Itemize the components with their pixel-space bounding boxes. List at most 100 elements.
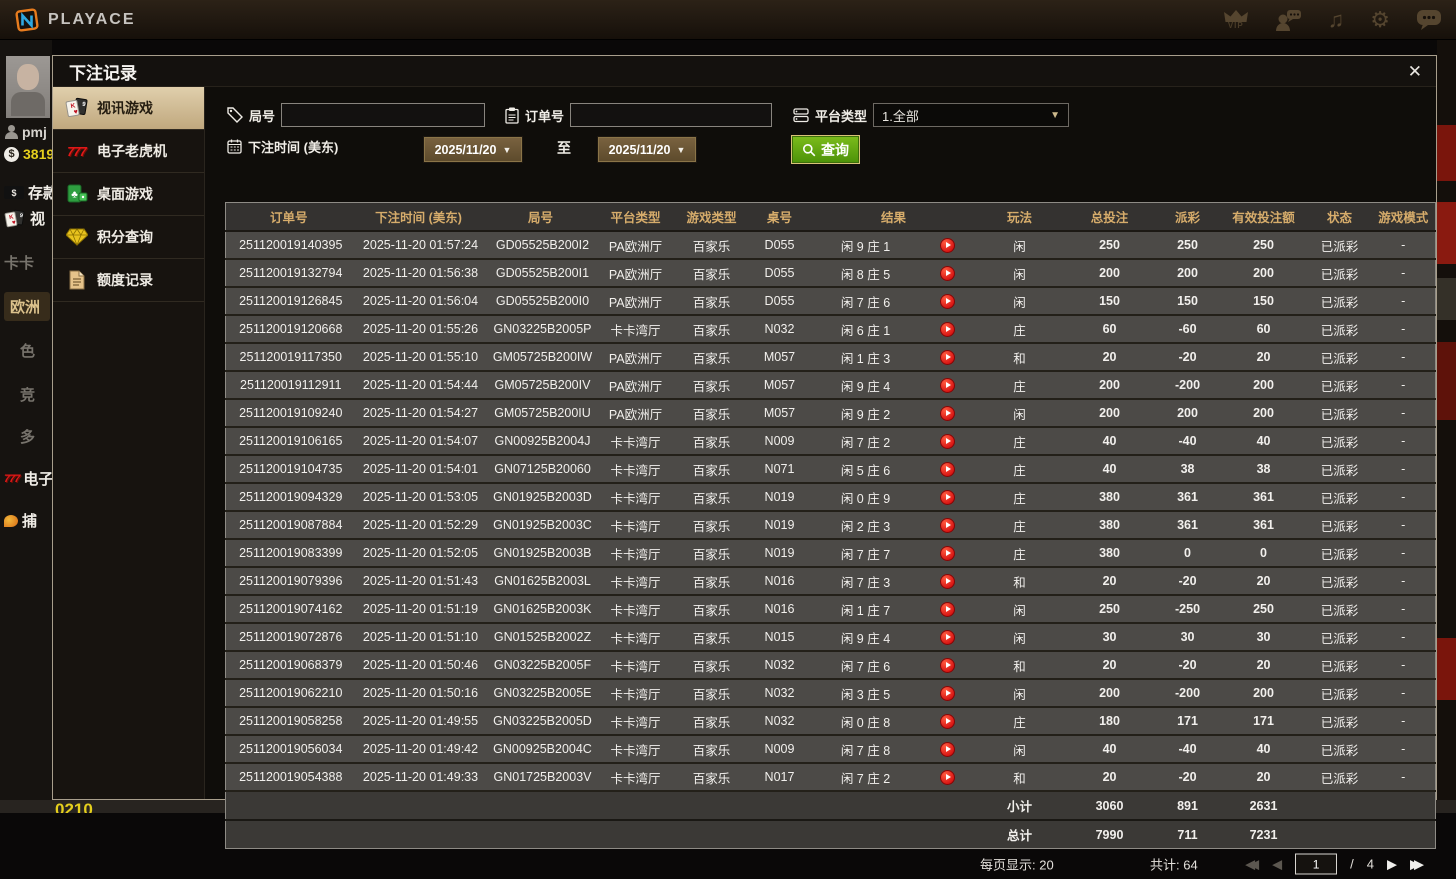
- sidebar-item-quota-records[interactable]: 额度记录: [53, 259, 204, 302]
- page-number-input[interactable]: [1295, 853, 1338, 875]
- subtotal-row: 小计 3060 891 2631: [225, 791, 1436, 820]
- platform-type: 卡卡湾厅: [610, 435, 661, 450]
- order-no-input[interactable]: [570, 103, 773, 127]
- replay-play-button[interactable]: [940, 237, 955, 253]
- sidebar-item-slots[interactable]: 777 电子老虎机: [53, 130, 204, 173]
- next-page-button[interactable]: ▶: [1387, 856, 1397, 872]
- valid-bet: 250: [1253, 238, 1274, 252]
- lobby-nav-video[interactable]: 9 K ♥ 视: [4, 208, 45, 229]
- replay-play-button[interactable]: [940, 713, 955, 729]
- sidebar-item-video-games[interactable]: 9 K ♥ 视讯游戏: [53, 87, 204, 130]
- replay-play-button[interactable]: [940, 601, 955, 617]
- order-no: 251120019054388: [239, 770, 343, 784]
- search-button[interactable]: 查询: [791, 135, 860, 164]
- replay-play-button[interactable]: [940, 741, 955, 757]
- lobby-nav-europe[interactable]: 欧洲: [4, 292, 51, 321]
- table-row: 251120019109240 2025-11-20 01:54:27 GM0572…: [225, 399, 1436, 427]
- sidebar-item-table-games[interactable]: ♣ 桌面游戏: [53, 173, 204, 216]
- order-no: 251120019072876: [239, 630, 343, 644]
- lobby-nav-fishing[interactable]: 捕: [4, 510, 37, 531]
- replay-play-button[interactable]: [940, 293, 955, 309]
- prev-page-button[interactable]: ◀: [1272, 856, 1282, 872]
- brand: PLAYACE: [14, 7, 136, 33]
- play-icon: [945, 606, 951, 613]
- date-to-select[interactable]: 2025/11/20 ▼: [597, 136, 697, 163]
- order-no: 251120019056034: [239, 742, 343, 756]
- replay-play-button[interactable]: [940, 433, 955, 449]
- bet-time: 2025-11-20 01:55:26: [362, 322, 479, 336]
- valid-bet: 20: [1256, 350, 1271, 364]
- date-from-select[interactable]: 2025/11/20 ▼: [423, 136, 523, 163]
- lobby-nav-se[interactable]: 色: [20, 340, 35, 361]
- replay-play-button[interactable]: [940, 321, 955, 337]
- replay-play-button[interactable]: [940, 489, 955, 505]
- first-page-button[interactable]: ◀◀: [1245, 856, 1259, 872]
- total-bet: 380: [1099, 546, 1120, 560]
- replay-play-button[interactable]: [940, 629, 955, 645]
- lobby-nav-jing[interactable]: 竞: [20, 384, 35, 405]
- lobby-nav-kaka[interactable]: 卡卡: [4, 252, 34, 273]
- points-gem-icon: [63, 228, 90, 246]
- payout: -40: [1178, 434, 1197, 448]
- status: 已派彩: [1320, 379, 1359, 394]
- sidebar-item-label: 视讯游戏: [97, 100, 153, 116]
- order-no: 251120019087884: [239, 518, 343, 532]
- play-icon: [945, 326, 951, 333]
- payout: -20: [1178, 770, 1197, 784]
- replay-play-button[interactable]: [940, 657, 955, 673]
- play-icon: [945, 550, 951, 557]
- play-icon: [945, 410, 951, 417]
- close-icon[interactable]: ✕: [1408, 63, 1422, 80]
- user-avatar[interactable]: [6, 56, 50, 118]
- status: 已派彩: [1320, 519, 1359, 534]
- support-chat-icon[interactable]: [1275, 8, 1302, 32]
- user-icon: [4, 125, 18, 139]
- settings-gear-icon[interactable]: ⚙: [1370, 8, 1390, 31]
- lobby-nav-duo[interactable]: 多: [20, 426, 35, 447]
- lobby-nav-slots[interactable]: 777 电子: [4, 468, 52, 489]
- valid-bet: 171: [1253, 714, 1274, 728]
- platform-type: 卡卡湾厅: [610, 771, 661, 786]
- music-icon[interactable]: ♫: [1328, 8, 1345, 31]
- replay-play-button[interactable]: [940, 265, 955, 281]
- bet-time: 2025-11-20 01:52:29: [362, 518, 479, 532]
- last-page-button[interactable]: ▶▶: [1410, 856, 1424, 872]
- bet-option: 庄: [1013, 379, 1026, 394]
- replay-cell: [920, 679, 976, 707]
- table-row: 251120019058258 2025-11-20 01:49:55 GN0322…: [225, 707, 1436, 735]
- messages-icon[interactable]: [1416, 9, 1442, 31]
- platform-type-select[interactable]: 1.全部 ▼: [873, 103, 1070, 127]
- replay-play-button[interactable]: [940, 769, 955, 785]
- replay-cell: [920, 595, 976, 623]
- bet-time: 2025-11-20 01:55:10: [362, 350, 479, 364]
- order-no: 251120019117350: [239, 350, 342, 364]
- replay-play-button[interactable]: [940, 517, 955, 533]
- status: 已派彩: [1320, 407, 1359, 422]
- sidebar-item-points[interactable]: 积分查询: [53, 216, 204, 259]
- replay-play-button[interactable]: [940, 545, 955, 561]
- bet-option: 闲: [1013, 687, 1026, 702]
- platform-type: 卡卡湾厅: [610, 519, 661, 534]
- total-bet: 250: [1099, 602, 1120, 616]
- replay-play-button[interactable]: [940, 573, 955, 589]
- replay-play-button[interactable]: [940, 685, 955, 701]
- total-row: 总计 7990 711 7231: [225, 820, 1436, 849]
- replay-play-button[interactable]: [940, 377, 955, 393]
- replay-play-button[interactable]: [940, 349, 955, 365]
- total-bet: 250: [1099, 238, 1120, 252]
- replay-play-button[interactable]: [940, 461, 955, 477]
- tag-icon: [227, 107, 243, 123]
- result-text: 闲 7 庄 6: [840, 659, 891, 674]
- table-no: D055: [764, 266, 795, 280]
- replay-play-button[interactable]: [940, 405, 955, 421]
- vip-label: VIP: [1227, 21, 1244, 30]
- result-text: 闲 7 庄 2: [840, 771, 891, 786]
- round-no-input[interactable]: [281, 103, 486, 127]
- vip-icon[interactable]: VIP: [1223, 9, 1249, 30]
- bg-tile: [1437, 278, 1456, 320]
- payout: -20: [1178, 658, 1197, 672]
- valid-bet: 0: [1260, 546, 1267, 560]
- date-to-value: 2025/11/20: [608, 142, 671, 157]
- deposit-button[interactable]: $ 存款: [4, 182, 52, 203]
- payout: 150: [1177, 294, 1198, 308]
